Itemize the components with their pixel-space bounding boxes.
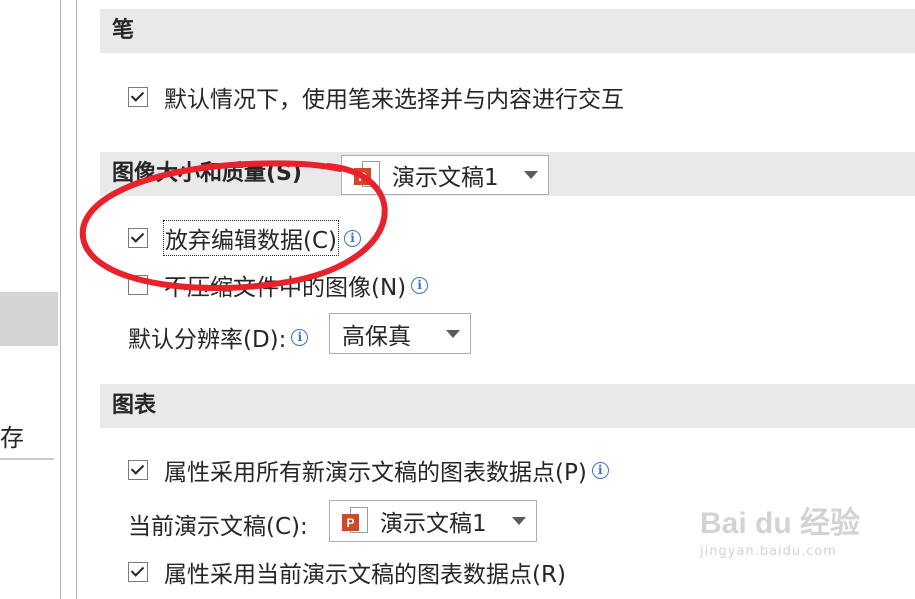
watermark-url: jingyan.baidu.com <box>700 544 837 559</box>
section-header-chart: 图表 <box>100 384 915 428</box>
chart-current-doc-row[interactable]: 属性采用当前演示文稿的图表数据点(R) <box>128 555 566 589</box>
chart-current-doc-label[interactable]: 属性采用当前演示文稿的图表数据点(R) <box>164 555 566 589</box>
image-document-dropdown[interactable]: P 演示文稿1 <box>341 155 549 195</box>
info-icon[interactable]: i <box>591 461 609 479</box>
pen-select-checkbox[interactable] <box>128 87 148 107</box>
chart-all-docs-label[interactable]: 属性采用所有新演示文稿的图表数据点(P) <box>164 453 587 487</box>
chart-all-docs-row[interactable]: 属性采用所有新演示文稿的图表数据点(P) i <box>128 453 609 487</box>
chart-document-dropdown[interactable]: P 演示文稿1 <box>329 500 537 542</box>
watermark: Bai du 经验 jingyan.baidu.com <box>700 498 860 559</box>
image-document-value: 演示文稿1 <box>392 165 499 191</box>
content-border <box>76 0 77 599</box>
chart-document-value: 演示文稿1 <box>380 511 487 537</box>
no-compress-checkbox[interactable] <box>128 275 148 295</box>
powerpoint-file-icon: P <box>342 507 368 535</box>
discard-edit-checkbox[interactable] <box>128 228 148 248</box>
pen-option-row[interactable]: 默认情况下，使用笔来选择并与内容进行交互 <box>128 80 624 114</box>
sidebar-item-partial-label[interactable]: 存 <box>0 418 24 453</box>
sidebar-divider <box>0 458 54 460</box>
no-compress-row[interactable]: 不压缩文件中的图像(N) i <box>128 268 429 302</box>
default-resolution-label: 默认分辨率(D): <box>128 327 287 353</box>
chevron-down-icon <box>446 329 460 338</box>
image-quality-title: 图像大小和质量(S) <box>112 161 302 186</box>
discard-edit-row[interactable]: 放弃编辑数据(C) i <box>128 220 362 256</box>
current-doc-label: 当前演示文稿(C): <box>128 514 308 540</box>
section-header-pen: 笔 <box>100 9 915 53</box>
info-icon[interactable]: i <box>411 276 429 294</box>
info-icon[interactable]: i <box>344 229 362 247</box>
default-resolution-row: 默认分辨率(D): i <box>128 320 309 354</box>
resolution-value: 高保真 <box>342 323 411 350</box>
current-doc-row: 当前演示文稿(C): <box>128 507 308 541</box>
no-compress-label[interactable]: 不压缩文件中的图像(N) <box>164 268 406 302</box>
discard-edit-label[interactable]: 放弃编辑数据(C) <box>163 220 340 256</box>
resolution-dropdown[interactable]: 高保真 <box>329 313 471 354</box>
powerpoint-file-icon: P <box>354 161 380 189</box>
pen-select-label[interactable]: 默认情况下，使用笔来选择并与内容进行交互 <box>164 80 624 114</box>
watermark-logo: Bai du 经验 <box>700 507 861 540</box>
sidebar-border <box>60 0 61 599</box>
info-icon[interactable]: i <box>291 328 309 346</box>
chart-current-doc-checkbox[interactable] <box>128 562 148 582</box>
sidebar-selected-item[interactable] <box>0 292 58 346</box>
chart-all-docs-checkbox[interactable] <box>128 460 148 480</box>
chevron-down-icon <box>524 171 538 179</box>
chevron-down-icon <box>512 517 526 525</box>
options-sidebar: 存 <box>0 0 60 599</box>
